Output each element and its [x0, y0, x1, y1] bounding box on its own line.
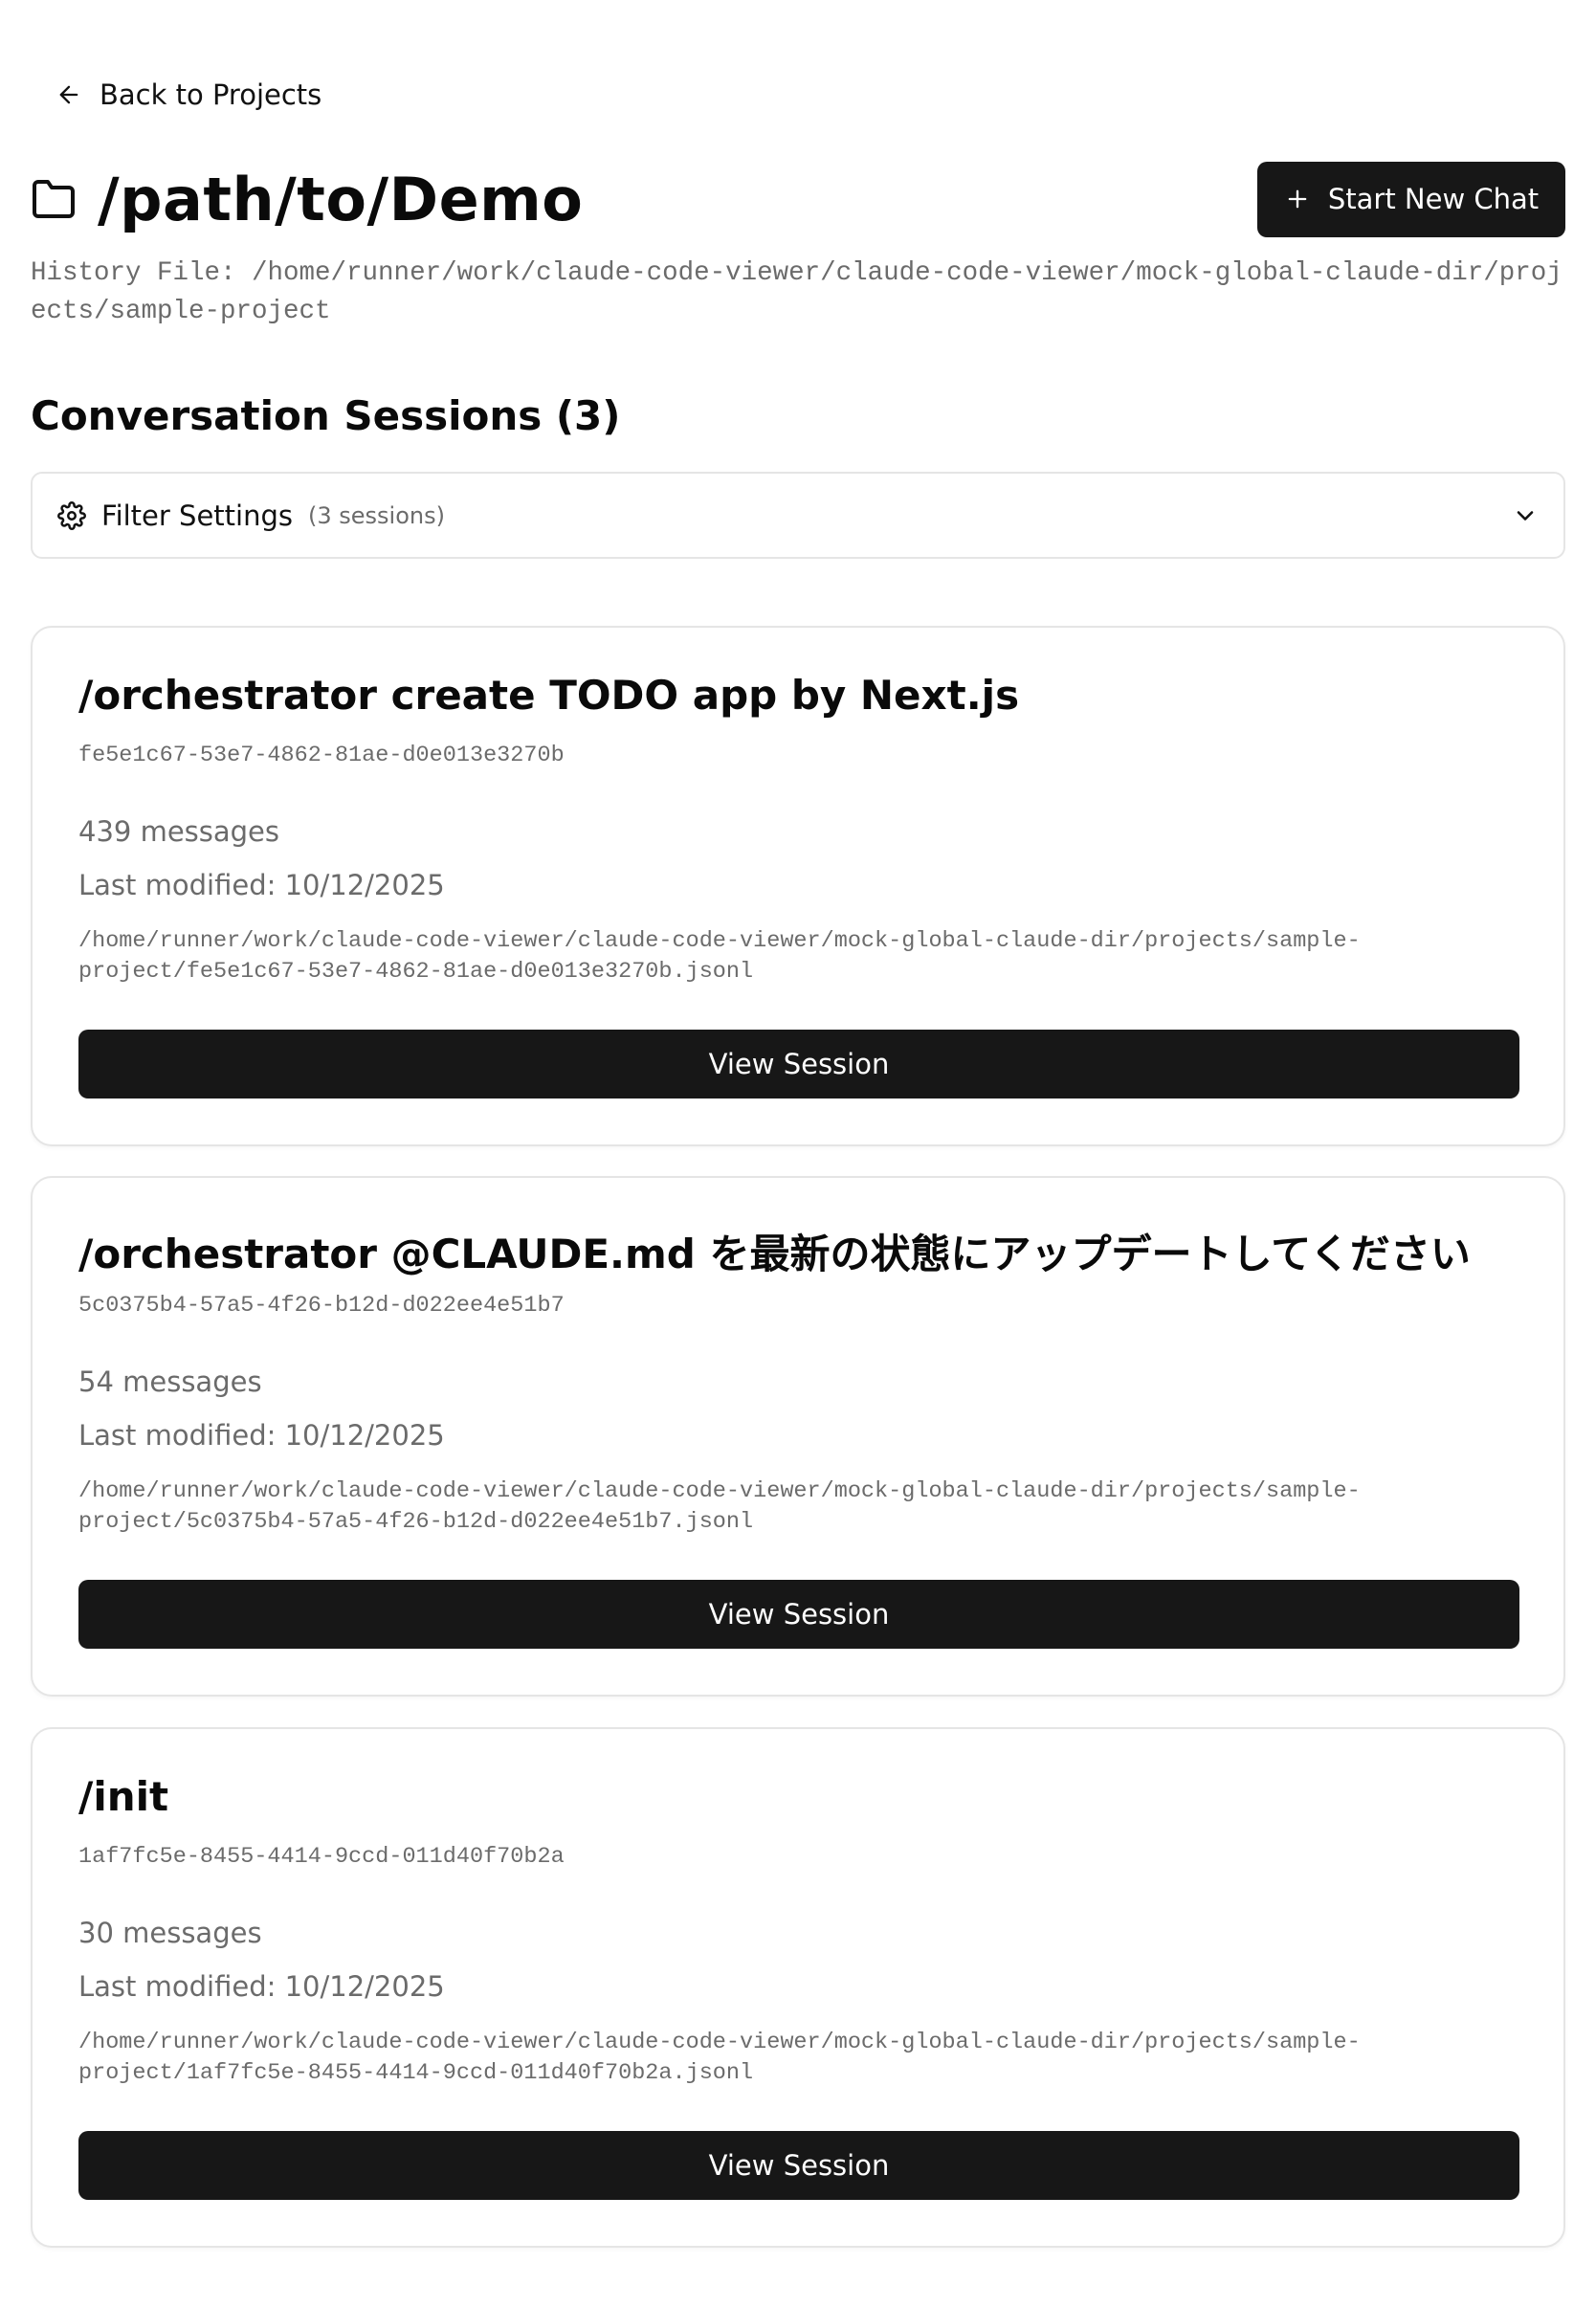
session-file-path: /home/runner/work/claude-code-viewer/cla… — [78, 928, 1361, 985]
project-page: Back to Projects /path/to/Demo Start New… — [0, 0, 1596, 2308]
filter-session-count: (3 sessions) — [307, 501, 445, 529]
session-title: /orchestrator @CLAUDE.md を最新の状態にアップデートして… — [78, 1231, 1471, 1277]
back-link-label: Back to Projects — [100, 78, 322, 111]
view-session-button[interactable]: View Session — [78, 1580, 1519, 1649]
view-session-button[interactable]: View Session — [78, 1030, 1519, 1099]
filter-settings-toggle[interactable]: Filter Settings (3 sessions) — [31, 472, 1565, 559]
session-card: /orchestrator create TODO app by Next.js… — [31, 626, 1565, 1146]
page-header: /path/to/Demo Start New Chat — [31, 161, 1565, 237]
sessions-heading: Conversation Sessions (3) — [31, 392, 621, 439]
folder-icon — [33, 180, 75, 218]
session-id: fe5e1c67-53e7-4862-81ae-d0e013e3270b — [78, 743, 565, 768]
session-id: 5c0375b4-57a5-4f26-b12d-d022ee4e51b7 — [78, 1293, 565, 1319]
session-card: /orchestrator @CLAUDE.md を最新の状態にアップデートして… — [31, 1176, 1565, 1697]
title-group: /path/to/Demo — [31, 165, 583, 234]
back-to-projects-link[interactable]: Back to Projects — [55, 75, 321, 115]
view-session-button[interactable]: View Session — [78, 2131, 1519, 2200]
session-title: /orchestrator create TODO app by Next.js — [78, 672, 1020, 719]
session-id: 1af7fc5e-8455-4414-9ccd-011d40f70b2a — [78, 1844, 565, 1870]
session-last-modified: Last modified: 10/12/2025 — [78, 1419, 445, 1452]
filter-settings-label: Filter Settings — [101, 499, 293, 532]
arrow-left-icon — [59, 85, 78, 104]
session-message-count: 30 messages — [78, 1917, 262, 1949]
session-file-path: /home/runner/work/claude-code-viewer/cla… — [78, 2030, 1361, 2086]
gear-icon — [57, 500, 86, 530]
session-last-modified: Last modified: 10/12/2025 — [78, 869, 445, 901]
chevron-down-icon — [1517, 510, 1534, 521]
start-new-chat-label: Start New Chat — [1327, 183, 1540, 215]
plus-icon — [1288, 189, 1307, 209]
session-file-path: /home/runner/work/claude-code-viewer/cla… — [78, 1478, 1361, 1535]
session-card: /init 1af7fc5e-8455-4414-9ccd-011d40f70b… — [31, 1727, 1565, 2248]
session-message-count: 439 messages — [78, 815, 280, 848]
session-title: /init — [78, 1773, 169, 1820]
page-title: /path/to/Demo — [98, 164, 584, 234]
history-file-path: History File: /home/runner/work/claude-c… — [31, 258, 1563, 326]
start-new-chat-button[interactable]: Start New Chat — [1257, 161, 1565, 237]
session-last-modified: Last modified: 10/12/2025 — [78, 1970, 445, 2003]
session-message-count: 54 messages — [78, 1365, 262, 1398]
